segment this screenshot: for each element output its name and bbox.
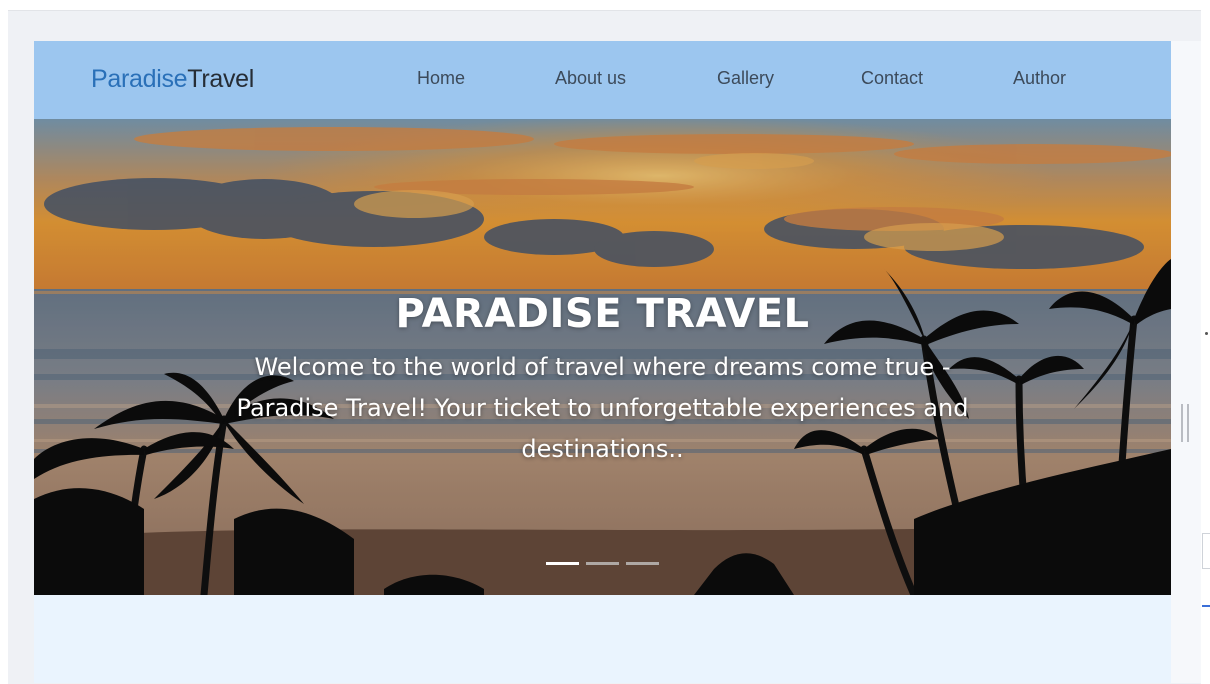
carousel-indicator-3[interactable] [626,562,659,565]
page-content-area [34,595,1171,683]
nav-link-gallery[interactable]: Gallery [717,68,774,89]
nav-link-contact[interactable]: Contact [861,68,923,89]
brand-part2: Travel [187,65,255,93]
edge-accent-line [1202,605,1210,607]
nav-link-about-us[interactable]: About us [555,68,626,89]
resize-handle[interactable] [1181,404,1189,442]
hero-description: Welcome to the world of travel where dre… [236,353,969,463]
carousel-indicator-1[interactable] [546,562,579,565]
side-panel [1171,41,1201,683]
hero-carousel[interactable]: PARADISE TRAVEL Welcome to the world of … [34,119,1171,595]
nav-link-home[interactable]: Home [417,68,465,89]
hero-title: PARADISE TRAVEL [395,291,810,337]
edge-dot [1205,332,1208,335]
navbar: ParadiseTravel Home About us Gallery Con… [34,41,1171,119]
carousel-indicator-2[interactable] [586,562,619,565]
page: ParadiseTravel Home About us Gallery Con… [34,41,1171,683]
brand-logo[interactable]: ParadiseTravel [91,65,254,94]
brand-part1: Paradise [91,65,188,93]
nav-link-author[interactable]: Author [1013,68,1066,89]
edge-control[interactable] [1202,533,1210,569]
